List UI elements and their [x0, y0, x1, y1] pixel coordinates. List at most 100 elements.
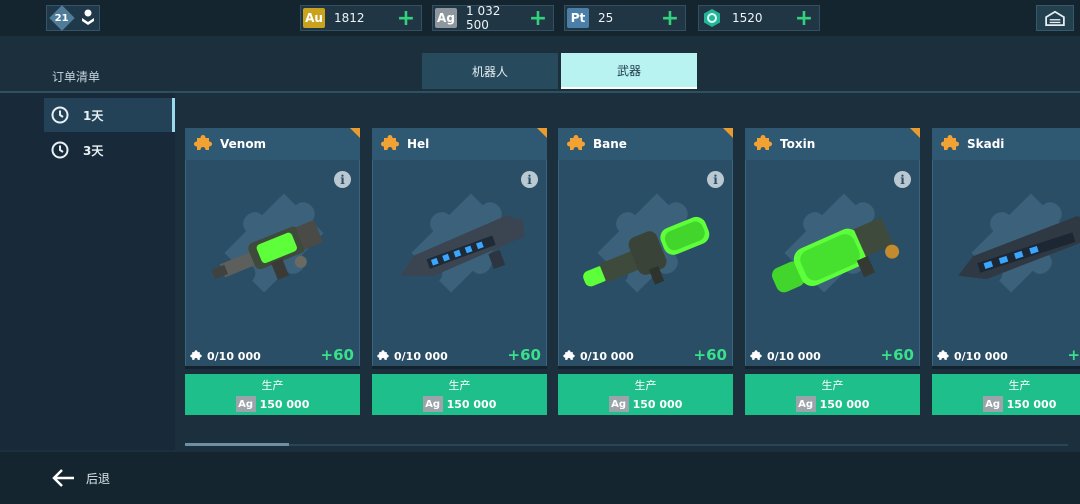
build-label: 生产 [1008, 379, 1031, 392]
puzzle-piece-icon [194, 135, 212, 150]
add-platinum-button[interactable]: + [659, 6, 681, 31]
progress-text: 0/10 000 [207, 349, 261, 363]
build-label: 生产 [261, 379, 284, 392]
card-body: i [185, 128, 360, 368]
rarity-corner [723, 128, 733, 138]
add-gold-button[interactable]: + [395, 6, 417, 31]
back-button[interactable]: 后退 [52, 466, 110, 490]
puzzle-piece-icon [563, 350, 575, 360]
add-silver-button[interactable]: + [527, 6, 549, 31]
build-label: 生产 [448, 379, 471, 392]
puzzle-piece-icon [381, 135, 399, 150]
key-value: 1520 [732, 11, 763, 25]
silver-badge-icon: Ag [608, 396, 629, 412]
weapon-name: Bane [593, 137, 627, 151]
progress-bar [558, 366, 733, 369]
key-resource: 1520 + [698, 5, 820, 31]
arrow-left-icon [52, 469, 74, 487]
card-header: Hel [372, 128, 547, 160]
progress-text: 0/10 000 [767, 349, 821, 363]
bonus-value: +60 [320, 346, 354, 364]
silver-badge-icon: Ag [235, 396, 256, 412]
player-level-badge[interactable]: 21 [46, 5, 100, 31]
cost-value: 150 000 [632, 397, 683, 411]
puzzle-piece-icon [750, 350, 762, 360]
horizontal-scroll-track[interactable] [185, 444, 1068, 446]
build-button[interactable]: 生产 Ag 150 000 [745, 374, 920, 415]
bottom-bar [0, 452, 1080, 504]
add-key-button[interactable]: + [793, 6, 815, 31]
tab-robots[interactable]: 机器人 [422, 53, 558, 89]
progress-bar [745, 366, 920, 369]
weapon-card-toxin[interactable]: i Toxin 0/10 000 +60 生产 Ag 150 000 [745, 128, 920, 416]
sidebar-item-label: 3天 [83, 143, 104, 158]
sidebar-item-3-days[interactable]: 3天 [44, 133, 175, 167]
build-cost: Ag 150 000 [795, 396, 870, 412]
cost-value: 150 000 [819, 397, 870, 411]
puzzle-piece-icon [567, 135, 585, 150]
info-button[interactable]: i [334, 171, 351, 188]
hex-gem-icon [701, 8, 723, 28]
build-button[interactable]: 生产 Ag 150 000 [932, 374, 1080, 415]
level-diamond-icon: 21 [49, 5, 75, 31]
rarity-corner [910, 128, 920, 138]
hangar-icon [1045, 10, 1065, 26]
card-header: Bane [558, 128, 733, 160]
build-cost: Ag 150 000 [422, 396, 497, 412]
bonus-value: +60 [1067, 346, 1080, 364]
silver-badge-icon: Ag [795, 396, 816, 412]
build-label: 生产 [634, 379, 657, 392]
build-button[interactable]: 生产 Ag 150 000 [185, 374, 360, 415]
silver-badge-icon: Ag [982, 396, 1003, 412]
info-button[interactable]: i [707, 171, 724, 188]
progress-text: 0/10 000 [580, 349, 634, 363]
build-cost: Ag 150 000 [608, 396, 683, 412]
order-list-title: 订单清单 [52, 70, 101, 84]
bonus-value: +60 [693, 346, 727, 364]
cost-value: 150 000 [1006, 397, 1057, 411]
puzzle-piece-icon [937, 350, 949, 360]
toxin-weapon-icon [772, 217, 900, 293]
build-button[interactable]: 生产 Ag 150 000 [558, 374, 733, 415]
build-button[interactable]: 生产 Ag 150 000 [372, 374, 547, 415]
build-cost: Ag 150 000 [235, 396, 309, 412]
tab-weapons[interactable]: 武器 [561, 53, 697, 89]
progress-text: 0/10 000 [954, 349, 1008, 363]
card-body: i [558, 128, 733, 368]
weapon-name: Venom [220, 137, 267, 151]
weapon-name: Skadi [967, 137, 1005, 151]
weapon-card-skadi[interactable]: i Skadi 0/10 000 +60 生产 Ag 150 000 [932, 128, 1080, 416]
progress-bar [185, 366, 360, 369]
weapon-card-hel[interactable]: i Hel 0/10 000 +60 生产 Ag 150 000 [372, 128, 547, 416]
progress-bar [372, 366, 547, 369]
weapon-name: Hel [407, 137, 430, 151]
part-progress: 0/10 000 [936, 346, 1080, 366]
weapon-card-bane[interactable]: i Bane 0/10 000 +60 生产 Ag 150 000 [558, 128, 733, 416]
clock-icon [51, 106, 69, 124]
info-button[interactable]: i [894, 171, 911, 188]
bane-weapon-icon [583, 216, 710, 287]
puzzle-piece-icon [377, 350, 389, 360]
hangar-button[interactable] [1036, 5, 1074, 31]
weapon-name: Toxin [780, 137, 816, 151]
card-header: Venom [185, 128, 360, 160]
back-label: 后退 [86, 471, 111, 486]
progress-text: 0/10 000 [394, 349, 448, 363]
silver-value: 1 032 500 [466, 4, 501, 32]
weapon-card-venom[interactable]: i Venom 0/10 000 +60 生产 Ag 150 000 [185, 128, 360, 416]
gold-badge-icon: Au [303, 8, 325, 28]
gold-value: 1812 [334, 11, 365, 25]
card-body: i [745, 128, 920, 368]
rank-chevron-icon [81, 9, 95, 27]
sidebar-item-1-day[interactable]: 1天 [44, 98, 175, 132]
venom-weapon-icon [211, 219, 324, 280]
silver-badge-icon: Ag [422, 396, 443, 412]
weapon-card-list[interactable]: i Venom 0/10 000 +60 生产 Ag 150 000 i Hel… [185, 128, 1080, 418]
horizontal-scroll-thumb[interactable] [185, 443, 289, 446]
cost-value: 150 000 [446, 397, 497, 411]
card-header: Toxin [745, 128, 920, 160]
gold-resource: Au 1812 + [300, 5, 422, 31]
bonus-value: +60 [880, 346, 914, 364]
info-button[interactable]: i [521, 171, 538, 188]
puzzle-piece-icon [941, 135, 959, 150]
